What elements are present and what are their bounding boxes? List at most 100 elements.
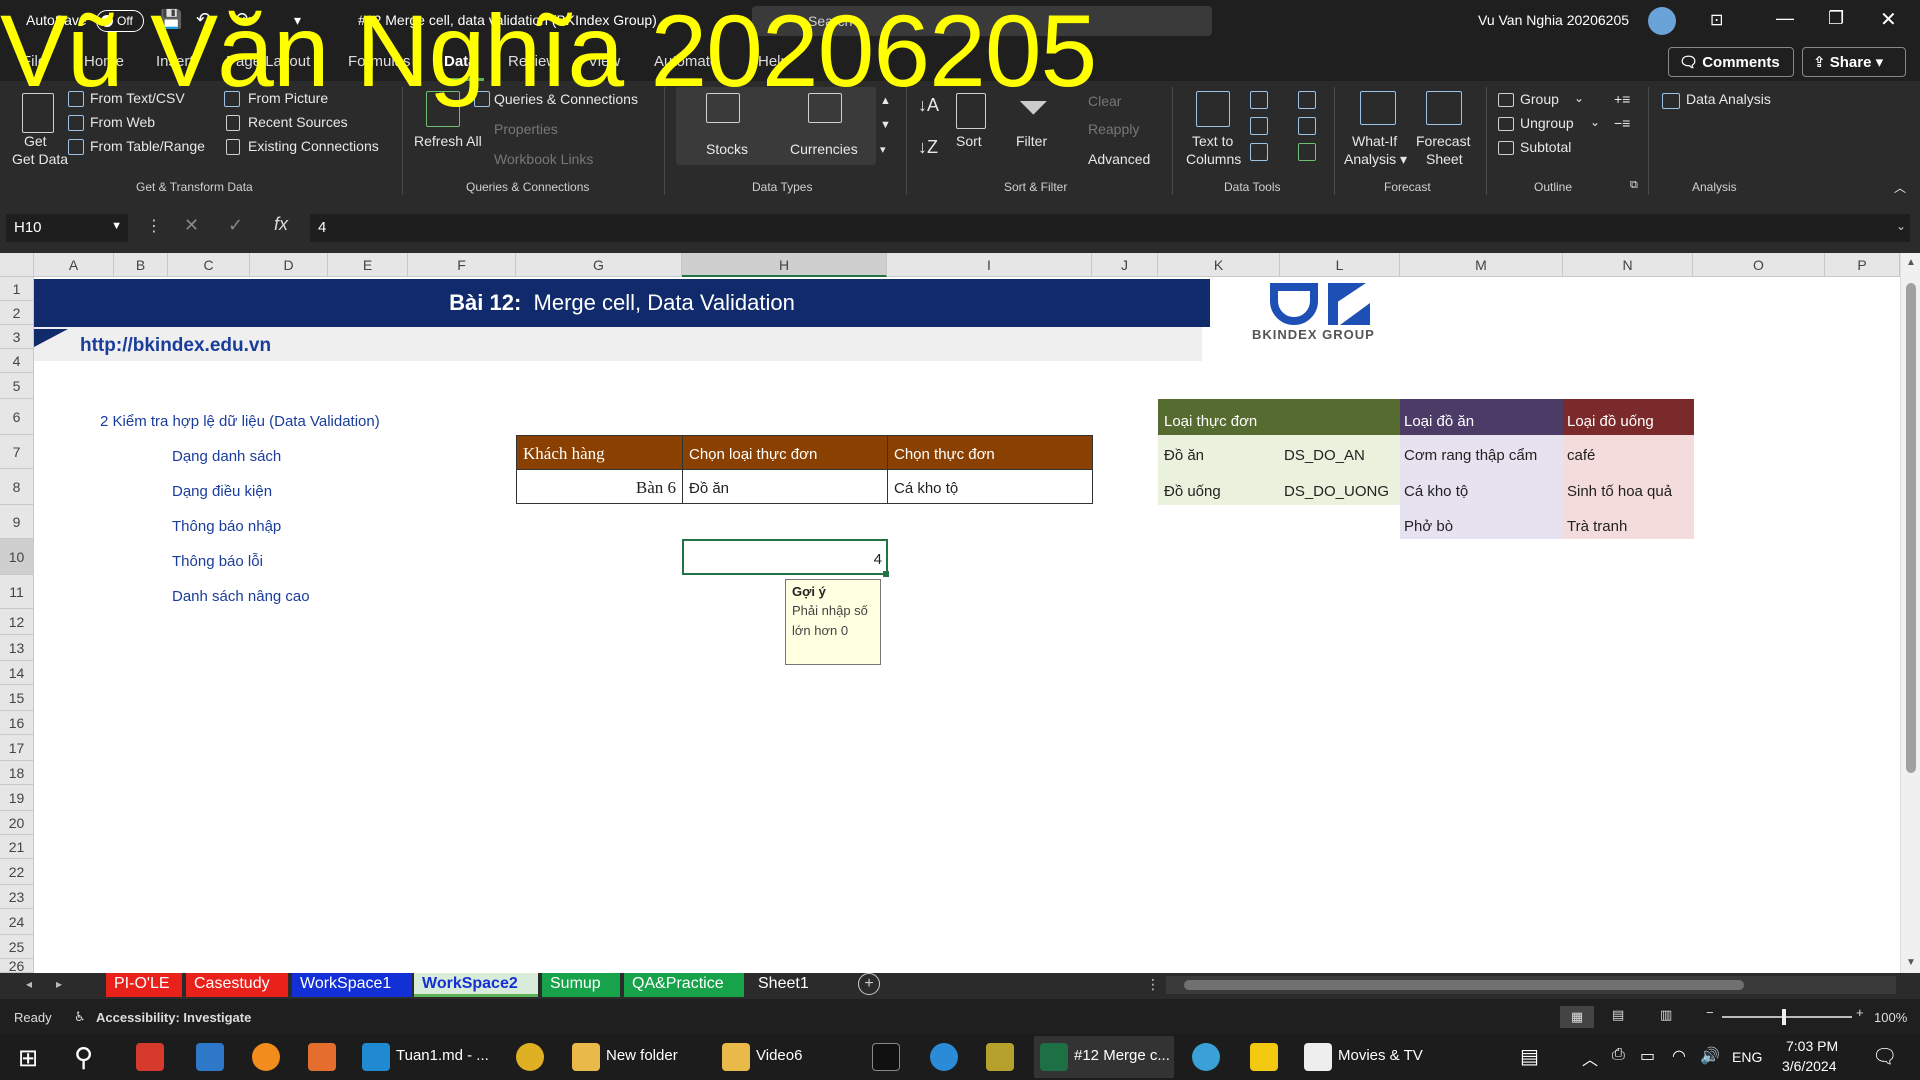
data-analysis-button[interactable]: Data Analysis xyxy=(1686,91,1771,107)
chrome-icon[interactable] xyxy=(516,1043,544,1071)
advanced-button[interactable]: Advanced xyxy=(1088,151,1150,167)
what-if-label[interactable]: Analysis ▾ xyxy=(1344,151,1407,168)
column-header[interactable]: K xyxy=(1158,253,1280,277)
column-header[interactable]: C xyxy=(168,253,250,277)
scroll-up-icon[interactable]: ▲ xyxy=(1906,257,1916,268)
subtotal-button[interactable]: Subtotal xyxy=(1520,139,1571,155)
column-header[interactable]: G xyxy=(516,253,682,277)
from-table-button[interactable]: From Table/Range xyxy=(90,138,205,154)
search-icon[interactable]: ⚲ xyxy=(74,1042,93,1073)
vscode-icon[interactable] xyxy=(362,1043,390,1071)
powerbi-icon[interactable] xyxy=(1250,1043,1278,1071)
zoom-slider-thumb[interactable] xyxy=(1782,1009,1786,1025)
list-item[interactable]: Thông báo lỗi xyxy=(172,553,263,570)
ungroup-button[interactable]: Ungroup xyxy=(1520,115,1574,131)
gallery-down-icon[interactable]: ▼ xyxy=(880,119,891,131)
row-header[interactable]: 16 xyxy=(0,711,34,735)
sheet-tab-qa-practice[interactable]: QA&Practice xyxy=(624,973,744,997)
food-type-header[interactable]: Loại đồ ăn xyxy=(1404,413,1474,430)
row-header[interactable]: 13 xyxy=(0,635,34,661)
worksheet-grid[interactable]: A B C D E F G H I J K L M N O P 1 2 3 4 … xyxy=(0,253,1920,973)
cell-menu-item[interactable]: Cá kho tộ xyxy=(887,469,1093,504)
list-item[interactable]: Danh sách nâng cao xyxy=(172,588,310,605)
group-button[interactable]: Group xyxy=(1520,91,1559,107)
zoom-slider[interactable] xyxy=(1722,1016,1852,1018)
excel-icon[interactable] xyxy=(1040,1043,1068,1071)
list-item[interactable]: Dạng danh sách xyxy=(172,448,281,465)
row-header[interactable]: 15 xyxy=(0,685,34,711)
docker-icon[interactable] xyxy=(930,1043,958,1071)
row-header[interactable]: 5 xyxy=(0,373,34,399)
column-header[interactable]: F xyxy=(408,253,516,277)
app-icon-tools[interactable] xyxy=(986,1043,1014,1071)
row-header[interactable]: 11 xyxy=(0,575,34,609)
sort-desc-icon[interactable]: ↓Z xyxy=(918,137,938,158)
vertical-scroll-thumb[interactable] xyxy=(1906,283,1916,773)
enter-icon[interactable]: ✓ xyxy=(228,215,243,236)
sheet-tab-sheet1[interactable]: Sheet1 xyxy=(750,973,830,997)
section-title[interactable]: 2 Kiểm tra hợp lệ dữ liệu (Data Validati… xyxy=(100,413,380,430)
text-to-columns-button[interactable]: Text to xyxy=(1192,133,1233,149)
row-header[interactable]: 19 xyxy=(0,785,34,811)
app-icon-se[interactable] xyxy=(136,1043,164,1071)
language-indicator[interactable]: ENG xyxy=(1732,1049,1762,1065)
collapse-ribbon-icon[interactable]: ︿ xyxy=(1894,179,1906,196)
row-header[interactable]: 7 xyxy=(0,435,34,469)
add-sheet-icon[interactable]: + xyxy=(858,973,880,995)
taskbar-item-vscode[interactable]: Tuan1.md - ... xyxy=(396,1047,489,1064)
sheet-tab-workspace2[interactable]: WorkSpace2 xyxy=(414,973,538,997)
get-data-button[interactable]: Get xyxy=(24,133,47,149)
row-header[interactable]: 6 xyxy=(0,399,34,435)
windows-start-icon[interactable]: ⊞ xyxy=(18,1044,38,1073)
insert-function-icon[interactable]: fx xyxy=(274,214,288,235)
cell-menu-type[interactable]: Đồ ăn xyxy=(682,469,888,504)
row-header[interactable]: 18 xyxy=(0,761,34,785)
page-break-icon[interactable]: ▥ xyxy=(1660,1007,1672,1023)
tray-chevron-icon[interactable]: ︿ xyxy=(1582,1046,1598,1070)
volume-icon[interactable]: 🔊 xyxy=(1700,1046,1720,1066)
more-icon[interactable]: ⋮ xyxy=(146,216,162,236)
url-link[interactable]: http://bkindex.edu.vn xyxy=(80,335,271,357)
get-data-label[interactable]: Get Data xyxy=(12,151,68,167)
vertical-scrollbar[interactable]: ▲ ▼ xyxy=(1900,253,1920,973)
app-icon-globe[interactable] xyxy=(1192,1043,1220,1071)
zoom-out-icon[interactable]: − xyxy=(1706,1005,1714,1020)
sheet-tab-sumup[interactable]: Sumup xyxy=(542,973,620,997)
header-menu-type[interactable]: Chọn loại thực đơn xyxy=(682,435,888,470)
comments-button[interactable]: 🗨 Comments xyxy=(1668,47,1794,77)
sort-button[interactable]: Sort xyxy=(956,133,982,149)
menu-range-cell[interactable]: DS_DO_AN xyxy=(1284,447,1365,464)
column-header[interactable]: A xyxy=(34,253,114,277)
show-detail-icon[interactable]: +≡ xyxy=(1614,91,1630,107)
column-header[interactable]: N xyxy=(1563,253,1693,277)
reapply-button[interactable]: Reapply xyxy=(1088,121,1139,137)
cell-customer[interactable]: Bàn 6 xyxy=(516,469,683,504)
food-cell[interactable]: Cá kho tộ xyxy=(1404,483,1468,500)
row-header[interactable]: 3 xyxy=(0,325,34,349)
prev-sheet-icon[interactable]: ◂ xyxy=(26,977,32,991)
row-header[interactable]: 14 xyxy=(0,661,34,685)
expand-formula-icon[interactable]: ⌄ xyxy=(1896,219,1906,233)
currencies-button[interactable]: Currencies xyxy=(790,141,858,157)
recent-sources-button[interactable]: Recent Sources xyxy=(248,114,348,130)
menu-type-cell[interactable]: Đồ ăn xyxy=(1164,447,1204,464)
taskbar-item-new-folder[interactable]: New folder xyxy=(606,1047,678,1064)
header-customer[interactable]: Khách hàng xyxy=(516,435,683,470)
row-header[interactable]: 23 xyxy=(0,885,34,909)
notification-icon[interactable]: 🗨 xyxy=(1872,1044,1897,1069)
tab-split-icon[interactable]: ⋮ xyxy=(1146,976,1160,993)
tray-camera-icon[interactable]: ⎙ xyxy=(1612,1046,1625,1064)
wifi-icon[interactable]: ◠ xyxy=(1672,1046,1686,1066)
drink-cell[interactable]: café xyxy=(1567,447,1595,464)
next-sheet-icon[interactable]: ▸ xyxy=(56,977,62,991)
properties-button[interactable]: Properties xyxy=(494,121,558,137)
taskbar-item-excel[interactable]: #12 Merge c... xyxy=(1074,1047,1170,1064)
menu-type-header[interactable]: Loại thực đơn xyxy=(1164,413,1257,430)
column-header[interactable]: J xyxy=(1092,253,1158,277)
gallery-more-icon[interactable]: ▾ xyxy=(880,143,886,156)
column-header[interactable]: P xyxy=(1825,253,1900,277)
row-header[interactable]: 26 xyxy=(0,959,34,973)
minimize-icon[interactable]: — xyxy=(1776,8,1794,29)
name-box-dropdown-icon[interactable]: ▼ xyxy=(111,220,122,232)
selected-cell[interactable]: 4 xyxy=(682,539,888,575)
